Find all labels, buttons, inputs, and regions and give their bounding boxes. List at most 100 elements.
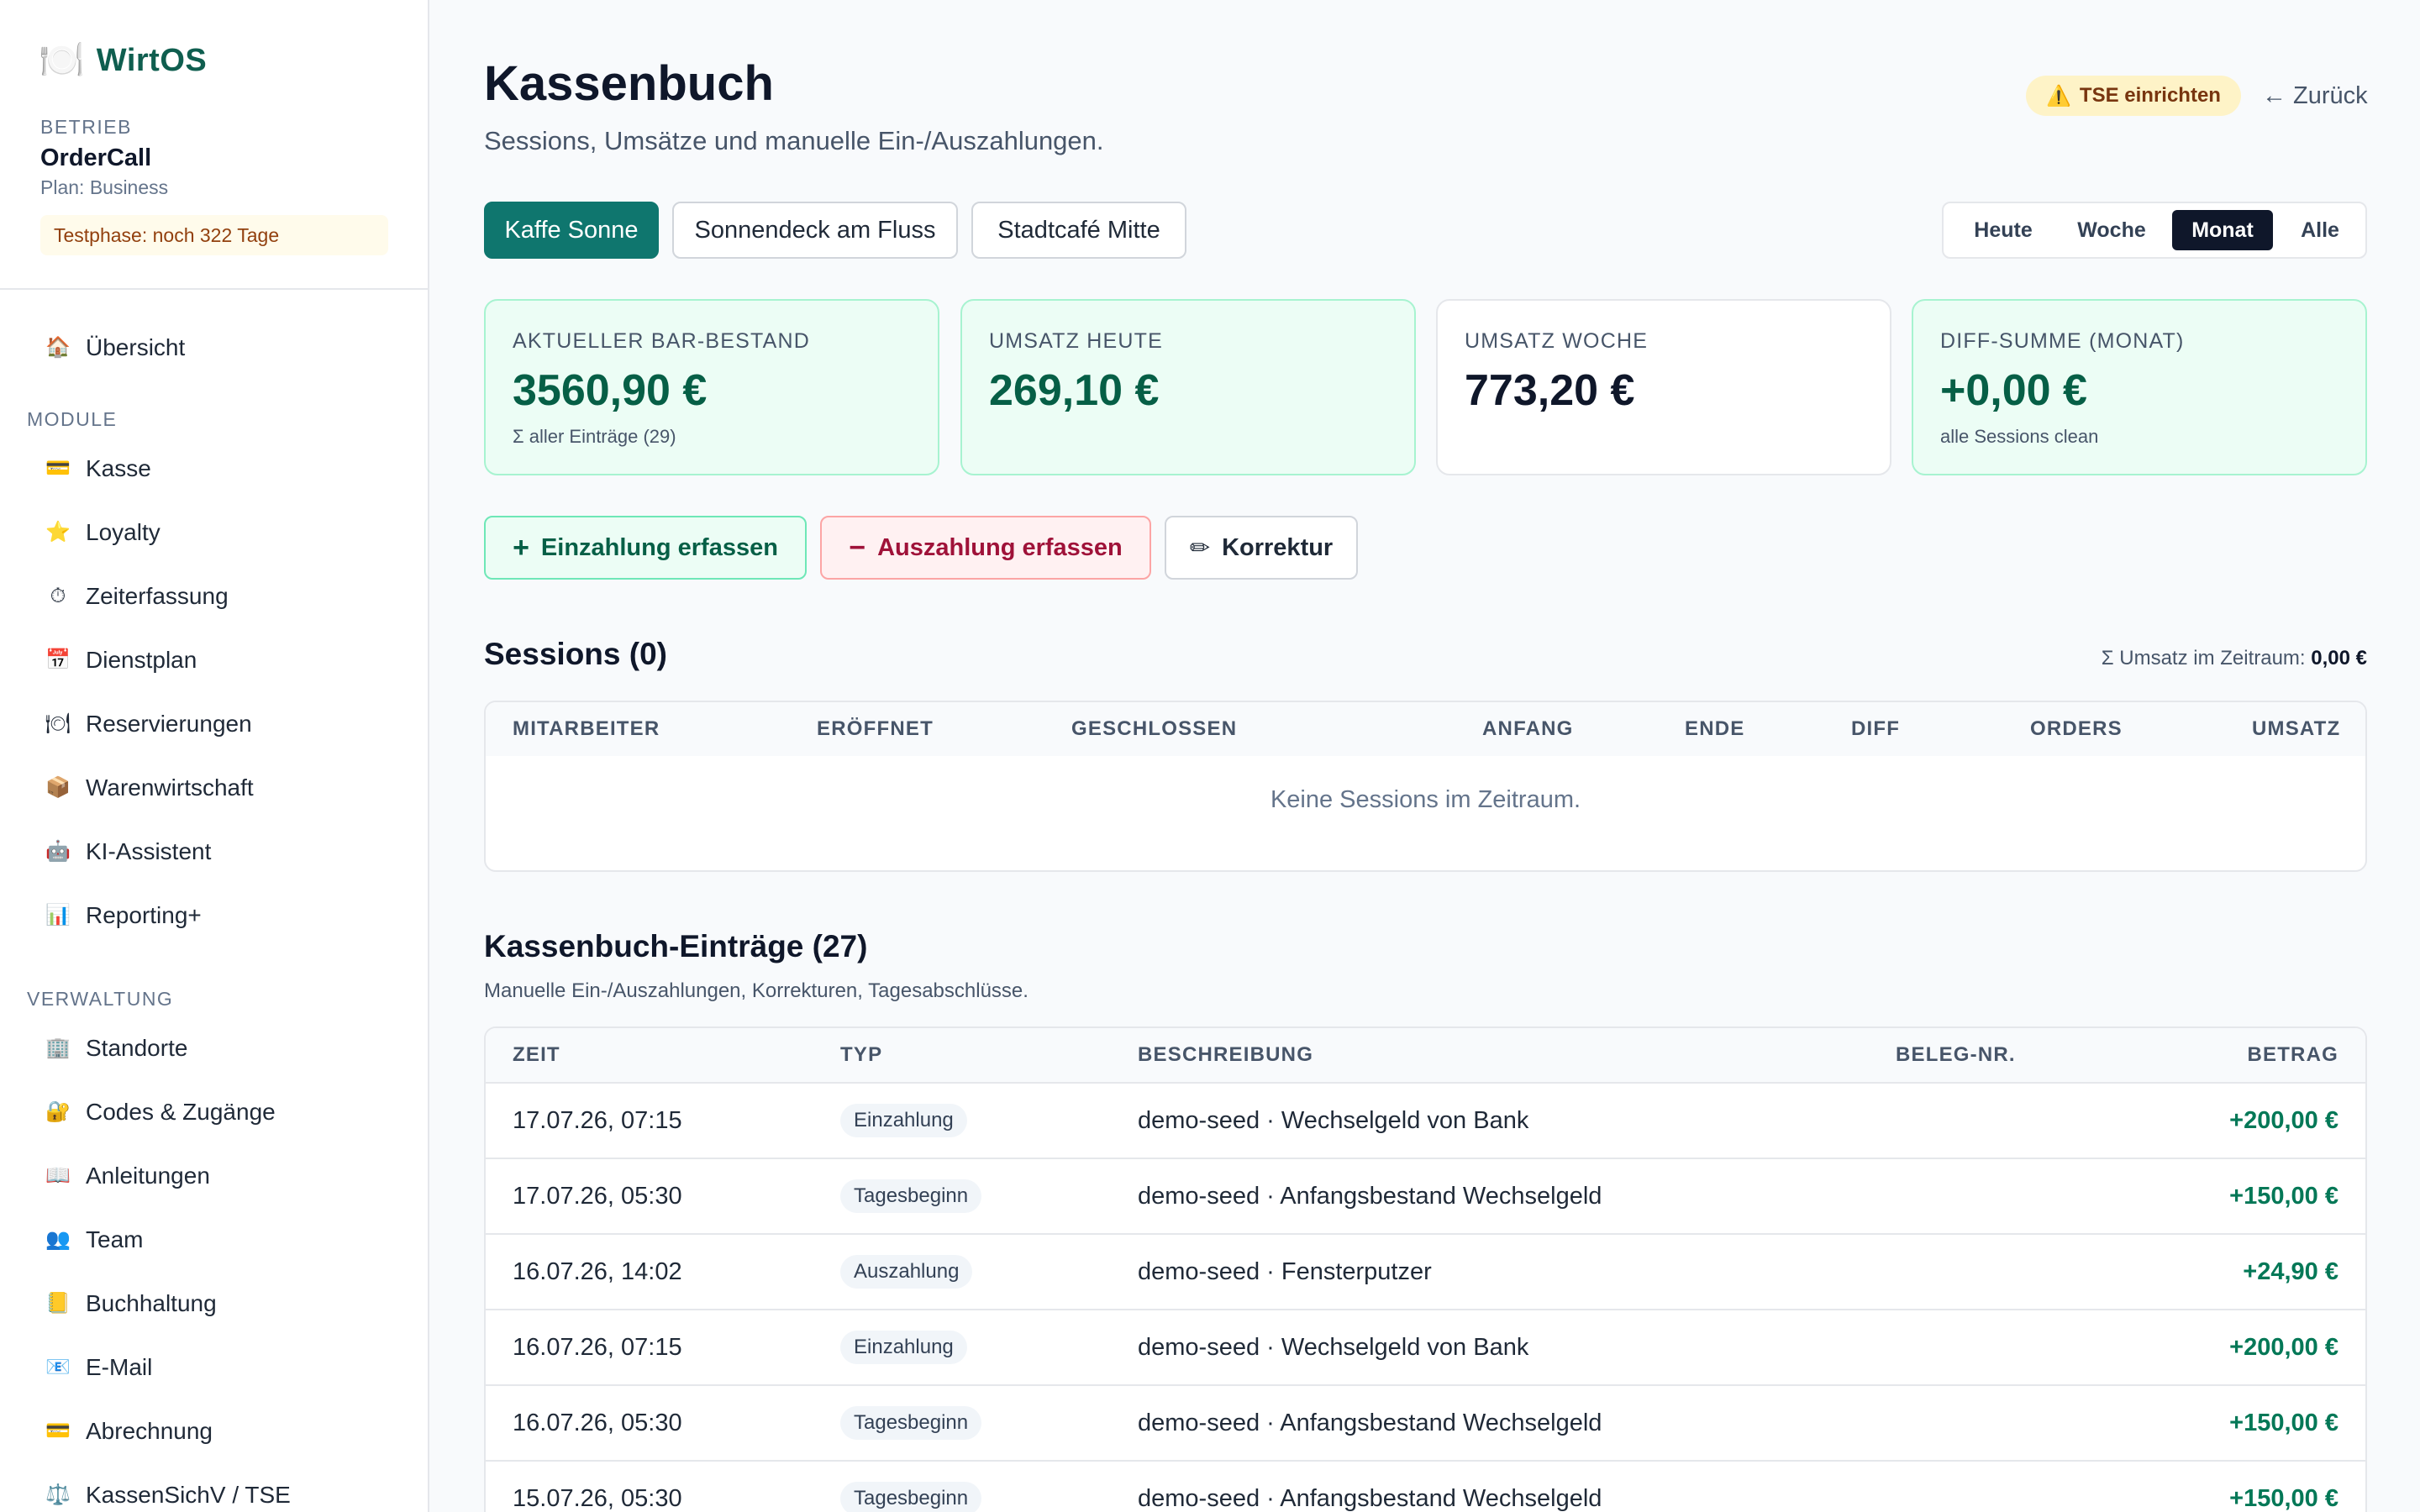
org-plan: Plan: Business <box>40 176 169 198</box>
brand[interactable]: 🍽️ WirtOS <box>39 39 207 82</box>
ledger-icon: 📒 <box>45 1292 71 1315</box>
sidebar-item-anleitungen[interactable]: 📖 Anleitungen <box>44 1152 210 1200</box>
entries-table: ZEIT TYP BESCHREIBUNG BELEG-NR. BETRAG 1… <box>484 1026 2367 1512</box>
plate-icon: 🍽️ <box>39 39 85 81</box>
col-mitarbeiter: MITARBEITER <box>513 717 660 740</box>
add-deposit-label: Einzahlung erfassen <box>540 533 778 561</box>
box-icon: 📦 <box>45 776 71 799</box>
location-sonnendeck[interactable]: Sonnendeck am Fluss <box>672 202 958 259</box>
scales-icon: ⚖️ <box>45 1483 71 1506</box>
sidebar-item-label: Abrechnung <box>86 1418 213 1444</box>
trial-badge: Testphase: noch 322 Tage <box>40 215 388 255</box>
sidebar-item-reporting[interactable]: 📊 Reporting+ <box>44 892 202 939</box>
page-title: Kassenbuch <box>484 56 774 111</box>
robot-icon: 🤖 <box>45 840 71 863</box>
sidebar-item-email[interactable]: 📧 E-Mail <box>44 1344 152 1391</box>
sidebar-item-team[interactable]: 👥 Team <box>44 1216 143 1263</box>
location-kaffe-sonne[interactable]: Kaffe Sonne <box>484 202 659 259</box>
range-monat[interactable]: Monat <box>2172 210 2273 250</box>
tse-setup-badge[interactable]: ⚠️ TSE einrichten <box>2026 76 2241 116</box>
card-value: 3560,90 € <box>513 366 708 415</box>
sidebar-item-label: Anleitungen <box>86 1163 210 1189</box>
range-woche[interactable]: Woche <box>2060 210 2164 250</box>
col-orders: ORDERS <box>2030 717 2123 740</box>
card-cash-balance: AKTUELLER BAR-BESTAND 3560,90 € Σ aller … <box>484 299 939 475</box>
col-betrag: BETRAG <box>2247 1043 2338 1066</box>
sessions-title: Sessions (0) <box>484 637 667 671</box>
table-row[interactable]: 16.07.26, 14:02 Auszahlung demo-seed · F… <box>486 1233 2365 1309</box>
sidebar-item-label: Team <box>86 1226 144 1252</box>
cell-time: 17.07.26, 07:15 <box>513 1106 682 1134</box>
entries-title: Kassenbuch-Einträge (27) <box>484 929 868 963</box>
correction-button[interactable]: ✏ Korrektur <box>1165 516 1358 580</box>
sidebar-item-kassensichv[interactable]: ⚖️ KassenSichV / TSE <box>44 1472 291 1512</box>
sidebar-item-kasse[interactable]: 💳 Kasse <box>44 445 151 492</box>
sidebar-item-standorte[interactable]: 🏢 Standorte <box>44 1025 187 1072</box>
sidebar-item-label: Reservierungen <box>86 711 252 737</box>
warning-icon: ⚠️ <box>2046 84 2071 108</box>
sidebar-item-dienstplan[interactable]: 📅 Dienstplan <box>44 637 197 684</box>
minus-icon: − <box>849 531 866 564</box>
sidebar-item-label: E-Mail <box>86 1354 153 1380</box>
cell-amount: +150,00 € <box>2229 1409 2338 1436</box>
table-row[interactable]: 16.07.26, 07:15 Einzahlung demo-seed · W… <box>486 1309 2365 1384</box>
sidebar-item-reservierungen[interactable]: 🍽 Reservierungen <box>44 701 252 748</box>
lock-icon: 🔐 <box>45 1100 71 1123</box>
card-value: 269,10 € <box>989 366 1160 415</box>
sidebar-item-warenwirtschaft[interactable]: 📦 Warenwirtschaft <box>44 764 254 811</box>
table-row[interactable]: 16.07.26, 05:30 Tagesbeginn demo-seed · … <box>486 1384 2365 1460</box>
sessions-sum: Σ Umsatz im Zeitraum: 0,00 € <box>2102 647 2367 670</box>
col-diff: DIFF <box>1851 717 1901 740</box>
type-badge: Tagesbeginn <box>840 1482 982 1512</box>
card-label: DIFF-SUMME (MONAT) <box>1940 329 2185 353</box>
star-icon: ⭐ <box>45 521 71 543</box>
sidebar-item-ki-assistent[interactable]: 🤖 KI-Assistent <box>44 828 211 875</box>
sidebar-item-label: Reporting+ <box>86 902 202 928</box>
sidebar-item-codes[interactable]: 🔐 Codes & Zugänge <box>44 1089 276 1136</box>
table-row[interactable]: 17.07.26, 07:15 Einzahlung demo-seed · W… <box>486 1082 2365 1158</box>
org-label: BETRIEB <box>40 116 132 138</box>
card-icon: 💳 <box>45 1420 71 1442</box>
cell-amount: +200,00 € <box>2229 1333 2338 1361</box>
cell-amount: +200,00 € <box>2229 1106 2338 1134</box>
table-header: ZEIT TYP BESCHREIBUNG BELEG-NR. BETRAG <box>486 1028 2365 1082</box>
sessions-empty: Keine Sessions im Zeitraum. <box>1270 786 1581 813</box>
range-heute[interactable]: Heute <box>1952 210 2054 250</box>
sidebar-item-label: Dienstplan <box>86 647 197 673</box>
table-row[interactable]: 17.07.26, 05:30 Tagesbeginn demo-seed · … <box>486 1158 2365 1233</box>
pencil-icon: ✏ <box>1189 534 1211 562</box>
sidebar-item-zeiterfassung[interactable]: ⏱ Zeiterfassung <box>44 573 229 620</box>
col-typ: TYP <box>840 1043 883 1066</box>
type-badge: Einzahlung <box>840 1331 967 1364</box>
plus-icon: + <box>513 531 529 564</box>
sidebar-item-buchhaltung[interactable]: 📒 Buchhaltung <box>44 1280 217 1327</box>
sidebar-item-loyalty[interactable]: ⭐ Loyalty <box>44 509 160 556</box>
sessions-table: MITARBEITER ERÖFFNET GESCHLOSSEN ANFANG … <box>484 701 2367 872</box>
modules-section-label: MODULE <box>27 408 118 430</box>
add-withdrawal-button[interactable]: − Auszahlung erfassen <box>820 516 1151 580</box>
type-badge: Tagesbeginn <box>840 1179 982 1213</box>
card-label: UMSATZ WOCHE <box>1465 329 1649 353</box>
table-row[interactable]: 15.07.26, 05:30 Tagesbeginn demo-seed · … <box>486 1460 2365 1512</box>
location-stadtcafe[interactable]: Stadtcafé Mitte <box>971 202 1186 259</box>
add-deposit-button[interactable]: + Einzahlung erfassen <box>484 516 807 580</box>
sessions-sum-value: 0,00 € <box>2311 647 2367 669</box>
sidebar-item-abrechnung[interactable]: 💳 Abrechnung <box>44 1408 213 1455</box>
correction-label: Korrektur <box>1222 533 1334 561</box>
cell-time: 16.07.26, 07:15 <box>513 1333 682 1361</box>
col-geschlossen: GESCHLOSSEN <box>1071 717 1238 740</box>
tse-setup-label: TSE einrichten <box>2079 84 2221 107</box>
range-alle[interactable]: Alle <box>2280 210 2360 250</box>
sidebar: 🍽️ WirtOS BETRIEB OrderCall Plan: Busine… <box>0 0 429 1512</box>
table-header: MITARBEITER ERÖFFNET GESCHLOSSEN ANFANG … <box>486 702 2365 756</box>
cell-description: demo-seed · Anfangsbestand Wechselgeld <box>1138 1409 1602 1436</box>
cell-time: 16.07.26, 05:30 <box>513 1409 682 1436</box>
sidebar-item-label: Kasse <box>86 455 151 481</box>
back-link[interactable]: ← Zurück <box>2262 79 2368 113</box>
plate-icon: 🍽 <box>45 712 71 735</box>
sidebar-item-overview[interactable]: 🏠 Übersicht <box>44 324 185 371</box>
cell-description: demo-seed · Fensterputzer <box>1138 1257 1432 1285</box>
cell-time: 15.07.26, 05:30 <box>513 1484 682 1512</box>
col-beleg: BELEG-NR. <box>1896 1043 2016 1066</box>
sidebar-item-label: KassenSichV / TSE <box>86 1482 291 1508</box>
